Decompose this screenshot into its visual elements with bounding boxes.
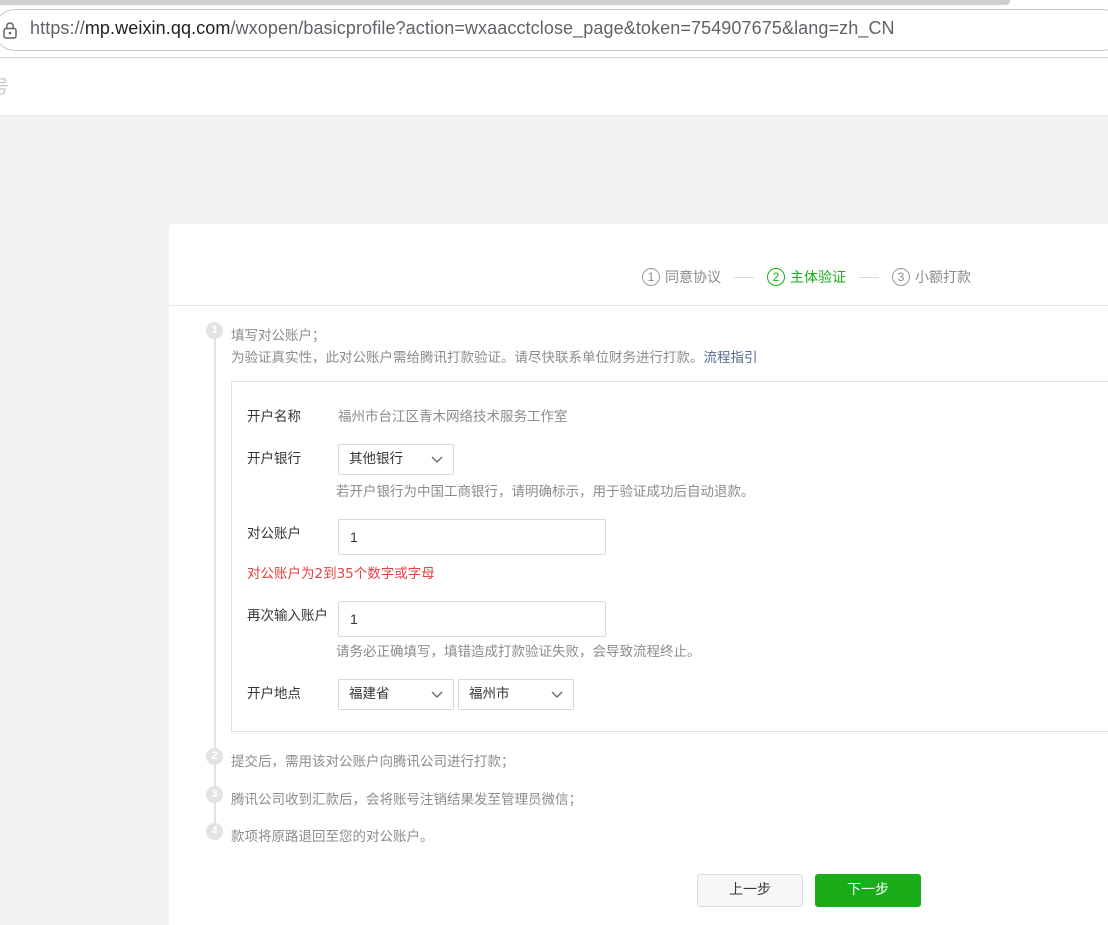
next-step-button[interactable]: 下一步 [815,874,921,907]
confirm-account-input[interactable]: 1 [338,601,606,637]
bank-hint: 若开户银行为中国工商银行，请明确标示，用于验证成功后自动退款。 [336,484,755,500]
timeline-dot-1: 1 [206,322,223,339]
browser-toolbar: https://mp.weixin.qq.com/wxopen/basicpro… [0,0,1108,58]
bank-select-value: 其他银行 [349,451,403,467]
process-step-4: 款项将原路退回至您的对公账户。 [231,829,434,845]
bank-label: 开户银行 [247,451,301,467]
account-label: 对公账户 [247,526,301,542]
province-select[interactable]: 福建省 [338,679,454,710]
tab-strip [0,0,1010,5]
site-header: 号 [0,59,1108,116]
account-name-value: 福州市台江区青木网络技术服务工作室 [338,409,568,425]
url-scheme: https:// [30,18,85,38]
step-number: 2 [767,268,785,286]
bank-select[interactable]: 其他银行 [338,444,454,475]
url-text[interactable]: https://mp.weixin.qq.com/wxopen/basicpro… [30,18,895,39]
step-number: 1 [642,268,660,286]
prev-step-button[interactable]: 上一步 [697,874,803,907]
site-title-fragment: 号 [0,73,9,99]
confirm-account-hint: 请务必正确填写，填错造成打款验证失败，会导致流程终止。 [336,644,701,660]
account-name-label: 开户名称 [247,409,301,425]
process-step-1-desc: 为验证真实性，此对公账户需给腾讯打款验证。请尽快联系单位财务进行打款。流程指引 [231,346,758,366]
timeline-dot-2: 2 [206,748,223,765]
process-step-2: 提交后，需用该对公账户向腾讯公司进行打款； [231,754,515,770]
city-select[interactable]: 福州市 [458,679,574,710]
chevron-down-icon [551,691,563,698]
step-agree: 1 同意协议 [642,267,721,287]
chevron-down-icon [431,691,443,698]
chevron-down-icon [431,456,443,463]
step-label: 主体验证 [790,270,846,286]
process-step-1-text: 为验证真实性，此对公账户需给腾讯打款验证。请尽快联系单位财务进行打款。 [231,350,704,366]
url-host: mp.weixin.qq.com [84,18,231,38]
step-indicator: 1 同意协议 2 主体验证 3 小额打款 [642,266,971,288]
process-step-1-title: 填写对公账户； [231,328,326,344]
url-path: /wxopen/basicprofile?action=wxaacctclose… [230,18,895,38]
timeline-dot-4: 4 [206,823,223,840]
step-label: 同意协议 [665,270,721,286]
account-error-message: 对公账户为2到35个数字或字母 [247,566,435,582]
confirm-account-label: 再次输入账户 [247,608,328,624]
account-input[interactable]: 1 [338,519,606,555]
step-payment: 3 小额打款 [892,267,971,287]
step-label: 小额打款 [915,270,971,286]
step-verify: 2 主体验证 [767,267,846,287]
step-number: 3 [892,268,910,286]
province-select-value: 福建省 [349,686,390,702]
divider [169,305,1108,306]
process-guide-link[interactable]: 流程指引 [704,350,758,366]
process-step-3: 腾讯公司收到汇款后，会将账号注销结果发至管理员微信； [231,792,582,808]
step-separator [734,276,754,278]
lock-icon[interactable] [2,21,18,39]
city-select-value: 福州市 [469,686,510,702]
step-separator [859,276,879,278]
location-label: 开户地点 [247,686,301,702]
timeline-dot-3: 3 [206,786,223,803]
